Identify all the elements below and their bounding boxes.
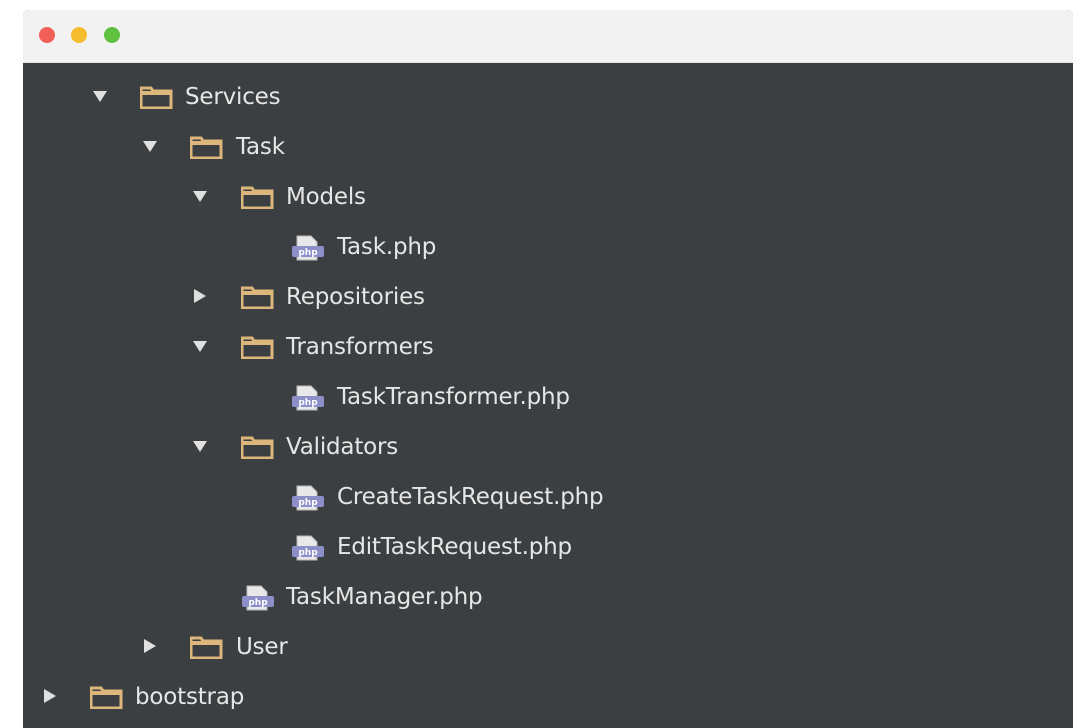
tree-file-task-php[interactable]: php Task.php [23,222,1073,272]
folder-icon [240,185,275,210]
project-tree: Services Task Models php Task.php Reposi… [23,10,1073,728]
php-file-icon: php [241,585,275,611]
tree-node-task[interactable]: Task [23,122,1073,172]
tree-node-label: Repositories [286,284,425,310]
expanded-arrow-icon[interactable] [143,139,157,155]
php-badge: php [298,248,318,258]
php-badge: php [298,498,318,508]
folder-icon [139,85,174,110]
tree-file-label: CreateTaskRequest.php [337,484,604,510]
tree-node-repositories[interactable]: Repositories [23,272,1073,322]
folder-icon [89,685,124,710]
expanded-arrow-icon[interactable] [93,89,107,105]
php-badge: php [298,398,318,408]
expanded-arrow-icon[interactable] [193,439,207,455]
tree-node-bootstrap[interactable]: bootstrap [23,672,1073,722]
folder-icon [189,135,224,160]
collapsed-arrow-icon[interactable] [193,289,207,305]
tree-node-label: bootstrap [135,684,245,710]
php-file-icon: php [291,535,325,561]
tree-file-create-task-request-php[interactable]: php CreateTaskRequest.php [23,472,1073,522]
php-file-icon: php [291,385,325,411]
tree-file-task-transformer-php[interactable]: php TaskTransformer.php [23,372,1073,422]
expanded-arrow-icon[interactable] [193,339,207,355]
folder-icon [240,285,275,310]
php-badge: php [248,598,268,608]
tree-file-edit-task-request-php[interactable]: php EditTaskRequest.php [23,522,1073,572]
tree-file-label: TaskManager.php [286,584,483,610]
expanded-arrow-icon[interactable] [193,189,207,205]
tree-file-task-manager-php[interactable]: php TaskManager.php [23,572,1073,622]
tree-file-label: EditTaskRequest.php [337,534,572,560]
tree-node-models[interactable]: Models [23,172,1073,222]
folder-icon [240,435,275,460]
folder-icon [189,635,224,660]
tree-node-user[interactable]: User [23,622,1073,672]
tree-node-label: Transformers [286,334,434,360]
tree-node-services[interactable]: Services [23,72,1073,122]
php-badge: php [298,548,318,558]
tree-file-label: TaskTransformer.php [337,384,570,410]
tree-node-label: User [236,634,288,660]
tree-node-label: Task [236,134,285,160]
project-tree-window: Services Task Models php Task.php Reposi… [23,10,1073,728]
tree-node-transformers[interactable]: Transformers [23,322,1073,372]
collapsed-arrow-icon[interactable] [143,639,157,655]
php-file-icon: php [291,485,325,511]
collapsed-arrow-icon[interactable] [43,689,57,705]
tree-node-label: Validators [286,434,399,460]
php-file-icon: php [291,235,325,261]
tree-node-validators[interactable]: Validators [23,422,1073,472]
folder-icon [240,335,275,360]
tree-node-label: Models [286,184,366,210]
tree-file-label: Task.php [337,234,437,260]
tree-node-label: Services [185,84,281,110]
